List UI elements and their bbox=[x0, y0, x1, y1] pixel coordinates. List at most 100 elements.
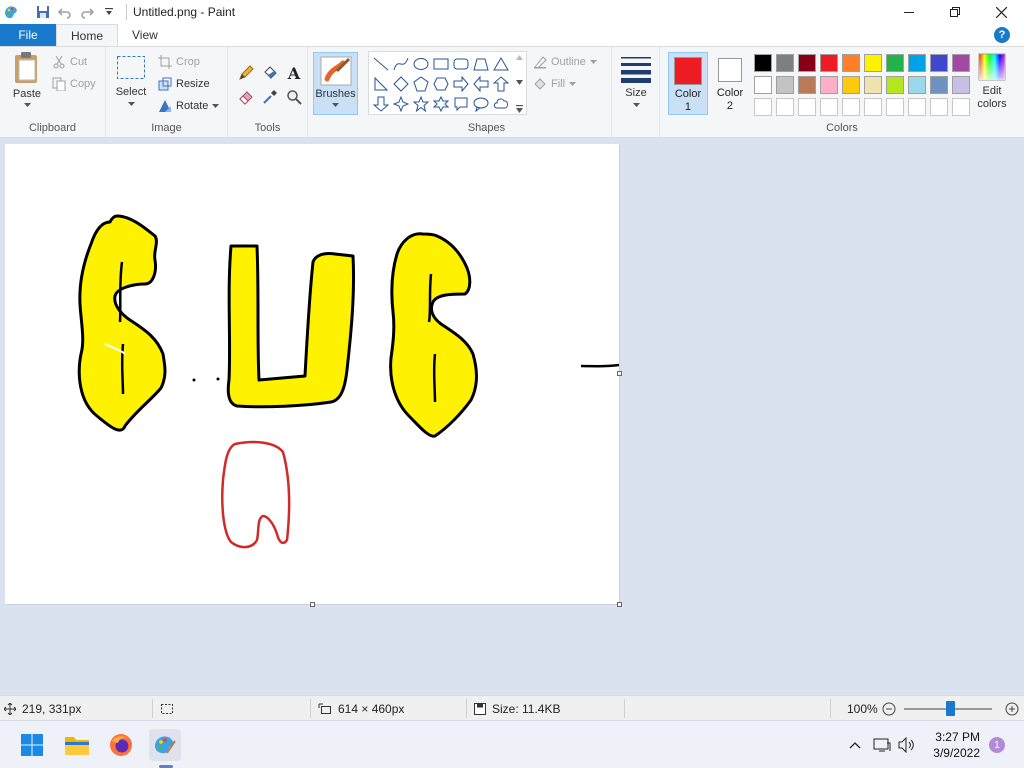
up-arrow-shape-icon[interactable] bbox=[491, 74, 511, 94]
triangle-shape-icon[interactable] bbox=[491, 54, 511, 74]
zoom-in-button[interactable] bbox=[1005, 696, 1019, 721]
resize-handle-corner[interactable] bbox=[617, 602, 622, 607]
cut-button[interactable]: Cut bbox=[52, 53, 87, 71]
undo-icon[interactable] bbox=[54, 1, 76, 23]
right-arrow-shape-icon[interactable] bbox=[451, 74, 471, 94]
palette-swatch[interactable] bbox=[886, 76, 904, 94]
rounded-callout-shape-icon[interactable] bbox=[451, 94, 471, 114]
left-arrow-shape-icon[interactable] bbox=[471, 74, 491, 94]
palette-swatch[interactable] bbox=[754, 76, 772, 94]
shapes-scroll[interactable] bbox=[514, 55, 524, 113]
text-tool-icon[interactable]: A bbox=[282, 61, 306, 85]
paint-app-icon[interactable] bbox=[2, 3, 20, 21]
file-explorer-button[interactable] bbox=[61, 729, 93, 761]
drawing-canvas[interactable] bbox=[5, 144, 622, 607]
copy-button[interactable]: Copy bbox=[52, 75, 96, 93]
tab-view[interactable]: View bbox=[118, 24, 172, 46]
palette-swatch[interactable] bbox=[820, 76, 838, 94]
size-button[interactable]: Size bbox=[618, 55, 654, 108]
oval-callout-shape-icon[interactable] bbox=[471, 94, 491, 114]
palette-swatch[interactable] bbox=[930, 76, 948, 94]
canvas-drawing[interactable] bbox=[5, 144, 620, 604]
palette-swatch[interactable] bbox=[798, 76, 816, 94]
redo-icon[interactable] bbox=[76, 1, 98, 23]
start-button[interactable] bbox=[16, 729, 48, 761]
canvas-workspace[interactable] bbox=[0, 138, 1024, 695]
show-hidden-icons-button[interactable] bbox=[845, 735, 865, 755]
palette-swatch[interactable] bbox=[798, 54, 816, 72]
resize-handle-right[interactable] bbox=[617, 371, 622, 376]
outline-button[interactable]: Outline bbox=[533, 53, 597, 71]
crop-button[interactable]: Crop bbox=[158, 53, 200, 71]
four-point-star-shape-icon[interactable] bbox=[391, 94, 411, 114]
down-arrow-shape-icon[interactable] bbox=[371, 94, 391, 114]
palette-swatch[interactable] bbox=[864, 76, 882, 94]
save-icon[interactable] bbox=[32, 1, 54, 23]
help-button[interactable]: ? bbox=[994, 27, 1010, 43]
six-point-star-shape-icon[interactable] bbox=[431, 94, 451, 114]
palette-swatch[interactable] bbox=[842, 54, 860, 72]
palette-swatch[interactable] bbox=[798, 98, 816, 116]
diamond-shape-icon[interactable] bbox=[391, 74, 411, 94]
network-button[interactable] bbox=[872, 735, 892, 755]
polygon-shape-icon[interactable] bbox=[471, 54, 491, 74]
palette-swatch[interactable] bbox=[930, 54, 948, 72]
scroll-up-icon[interactable] bbox=[515, 55, 523, 60]
pentagon-shape-icon[interactable] bbox=[411, 74, 431, 94]
notification-badge[interactable]: 1 bbox=[989, 737, 1005, 753]
minimize-button[interactable] bbox=[886, 0, 932, 24]
palette-swatch[interactable] bbox=[776, 76, 794, 94]
fill-button[interactable]: Fill bbox=[533, 75, 577, 93]
tab-file[interactable]: File bbox=[0, 24, 56, 46]
line-shape-icon[interactable] bbox=[371, 54, 391, 74]
volume-button[interactable] bbox=[897, 735, 917, 755]
color-2-button[interactable]: Color 2 bbox=[710, 52, 750, 115]
color-1-button[interactable]: Color 1 bbox=[668, 52, 708, 115]
brushes-button[interactable]: Brushes bbox=[313, 52, 358, 115]
palette-swatch[interactable] bbox=[908, 76, 926, 94]
palette-swatch[interactable] bbox=[776, 98, 794, 116]
zoom-out-button[interactable] bbox=[882, 696, 896, 721]
zoom-slider-thumb[interactable] bbox=[946, 701, 955, 716]
resize-button[interactable]: Resize bbox=[158, 75, 210, 93]
color-picker-icon[interactable] bbox=[258, 85, 282, 109]
pencil-icon[interactable] bbox=[234, 61, 258, 85]
paste-button[interactable]: Paste bbox=[8, 51, 46, 108]
clock[interactable]: 3:27 PM 3/9/2022 bbox=[933, 729, 980, 761]
edit-colors-button[interactable]: Edit colors bbox=[972, 53, 1012, 111]
tab-home[interactable]: Home bbox=[56, 24, 119, 46]
hexagon-shape-icon[interactable] bbox=[431, 74, 451, 94]
palette-swatch[interactable] bbox=[864, 54, 882, 72]
cloud-callout-shape-icon[interactable] bbox=[491, 94, 511, 114]
palette-swatch[interactable] bbox=[886, 54, 904, 72]
palette-swatch[interactable] bbox=[864, 98, 882, 116]
palette-swatch[interactable] bbox=[754, 98, 772, 116]
oval-shape-icon[interactable] bbox=[411, 54, 431, 74]
shapes-expand-icon[interactable] bbox=[515, 105, 523, 113]
rotate-button[interactable]: Rotate bbox=[158, 97, 220, 115]
palette-swatch[interactable] bbox=[776, 54, 794, 72]
right-triangle-shape-icon[interactable] bbox=[371, 74, 391, 94]
palette-swatch[interactable] bbox=[754, 54, 772, 72]
palette-swatch[interactable] bbox=[930, 98, 948, 116]
palette-swatch[interactable] bbox=[842, 98, 860, 116]
maximize-button[interactable] bbox=[932, 0, 978, 24]
customize-quick-access-icon[interactable] bbox=[98, 1, 120, 23]
select-button[interactable]: Select bbox=[114, 55, 148, 107]
five-point-star-shape-icon[interactable] bbox=[411, 94, 431, 114]
rectangle-shape-icon[interactable] bbox=[431, 54, 451, 74]
resize-handle-bottom[interactable] bbox=[310, 602, 315, 607]
magnifier-icon[interactable] bbox=[282, 85, 306, 109]
palette-swatch[interactable] bbox=[886, 98, 904, 116]
close-button[interactable] bbox=[978, 0, 1024, 24]
palette-swatch[interactable] bbox=[952, 98, 970, 116]
palette-swatch[interactable] bbox=[908, 98, 926, 116]
rounded-rectangle-shape-icon[interactable] bbox=[451, 54, 471, 74]
palette-swatch[interactable] bbox=[842, 76, 860, 94]
palette-swatch[interactable] bbox=[952, 76, 970, 94]
curve-shape-icon[interactable] bbox=[391, 54, 411, 74]
palette-swatch[interactable] bbox=[820, 98, 838, 116]
scroll-down-icon[interactable] bbox=[515, 80, 523, 85]
fill-bucket-icon[interactable] bbox=[258, 61, 282, 85]
eraser-icon[interactable] bbox=[234, 85, 258, 109]
